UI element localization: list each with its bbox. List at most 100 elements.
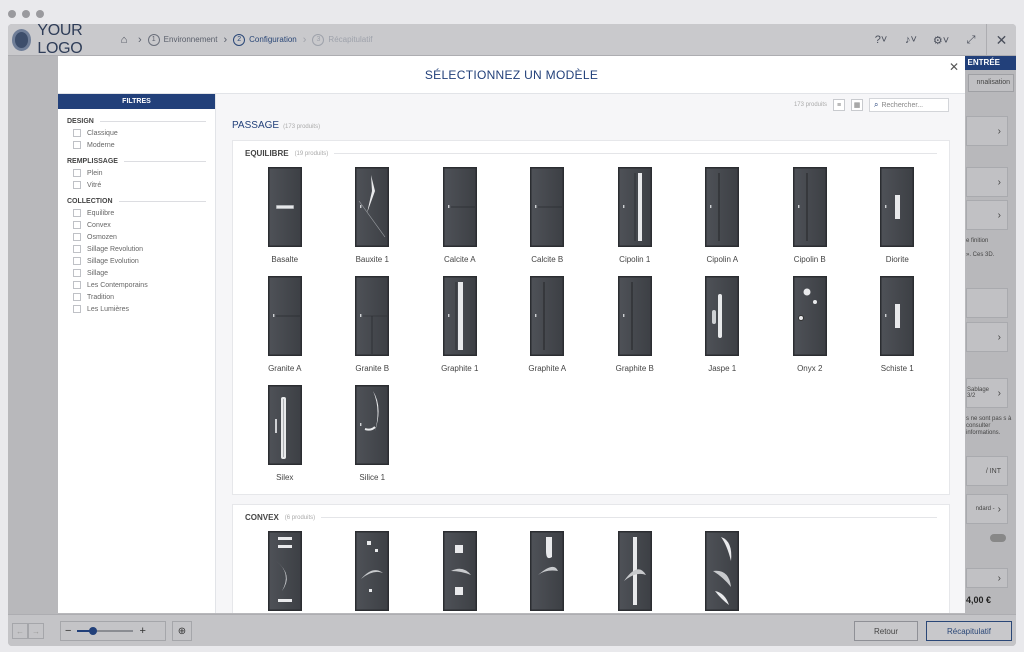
door-model[interactable]: Cipolin 1 — [591, 167, 679, 265]
door-model[interactable]: Calcite A — [416, 167, 504, 265]
checkbox[interactable] — [73, 181, 81, 189]
back-button[interactable]: Retour — [854, 621, 918, 641]
checkbox[interactable] — [73, 305, 81, 313]
expand-icon[interactable]: ⤢ — [956, 24, 986, 56]
undo-icon[interactable]: ← — [12, 623, 28, 639]
redo-icon[interactable]: → — [28, 623, 44, 639]
close-icon[interactable]: ✕ — [986, 24, 1016, 56]
door-model[interactable]: Graphite B — [591, 276, 679, 374]
app-header: YOUR LOGO ⌂ › 1 Environnement › 2 Config… — [8, 24, 1016, 58]
right-panel-row[interactable] — [966, 288, 1008, 318]
door-image — [267, 385, 302, 465]
door-model[interactable]: Graphite 1 — [416, 276, 504, 374]
toggle-switch[interactable] — [990, 534, 1006, 542]
filter-checkbox[interactable]: Sillage Revolution — [73, 245, 206, 253]
close-icon[interactable]: ✕ — [949, 60, 959, 74]
checkbox[interactable] — [73, 129, 81, 137]
right-panel-row[interactable]: Sablage 3/2 › — [966, 378, 1008, 408]
door-image — [442, 276, 477, 356]
checkbox[interactable] — [73, 269, 81, 277]
window-dot[interactable] — [8, 10, 16, 18]
breadcrumb-step-3[interactable]: 3 Récapitulatif — [312, 33, 372, 46]
right-panel-row[interactable]: › — [966, 116, 1008, 146]
summary-button[interactable]: Récapitulatif — [926, 621, 1012, 641]
door-model[interactable] — [329, 531, 417, 613]
zoom-slider[interactable] — [77, 627, 134, 635]
right-panel-row[interactable]: › — [966, 200, 1008, 230]
door-model[interactable] — [504, 531, 592, 613]
door-image — [880, 276, 915, 356]
filter-checkbox[interactable]: Les Contemporains — [73, 281, 206, 289]
checkbox[interactable] — [73, 169, 81, 177]
right-panel-tab[interactable]: nnalisation — [968, 74, 1014, 92]
door-model[interactable]: Calcite B — [504, 167, 592, 265]
door-model[interactable] — [241, 531, 329, 613]
door-image — [530, 531, 565, 611]
checkbox[interactable] — [73, 209, 81, 217]
search-input[interactable]: ⌕ Rechercher... — [869, 98, 949, 112]
door-model-name: Bauxite 1 — [355, 255, 389, 264]
filter-checkbox[interactable]: Tradition — [73, 293, 206, 301]
door-model[interactable]: Bauxite 1 — [329, 167, 417, 265]
chevron-right-icon: › — [997, 209, 1001, 221]
gear-icon[interactable]: ⚙˅ — [926, 24, 956, 56]
zoom-out-icon[interactable]: − — [65, 625, 71, 637]
filter-checkbox[interactable]: Sillage Evolution — [73, 257, 206, 265]
door-model-name: Graphite 1 — [441, 364, 479, 373]
filter-checkbox[interactable]: Les Lumières — [73, 305, 206, 313]
door-model[interactable]: Diorite — [854, 167, 942, 265]
breadcrumb-step-1[interactable]: 1 Environnement — [147, 33, 217, 46]
filter-checkbox[interactable]: Classique — [73, 129, 206, 137]
checkbox[interactable] — [73, 257, 81, 265]
window-dot[interactable] — [36, 10, 44, 18]
grid-view-icon[interactable]: ▦ — [851, 99, 863, 111]
door-model[interactable]: Granite A — [241, 276, 329, 374]
right-panel-row[interactable]: › — [966, 322, 1008, 352]
door-model[interactable]: Cipolin B — [766, 167, 854, 265]
door-model[interactable]: Schiste 1 — [854, 276, 942, 374]
right-panel-row[interactable]: ndard - › — [966, 494, 1008, 524]
help-icon[interactable]: ?˅ — [866, 24, 896, 56]
door-model[interactable]: Graphite A — [504, 276, 592, 374]
bell-icon[interactable]: ♪˅ — [896, 24, 926, 56]
checkbox[interactable] — [73, 281, 81, 289]
right-panel-row[interactable]: › — [966, 568, 1008, 588]
list-view-icon[interactable]: ≡ — [833, 99, 845, 111]
zoom-in-icon[interactable]: + — [139, 625, 145, 637]
door-model[interactable]: Silex — [241, 385, 329, 483]
collection-card-equilibre: EQUILIBRE (19 produits) Basalte Bauxite … — [232, 140, 950, 495]
window-dot[interactable] — [22, 10, 30, 18]
filter-checkbox[interactable]: Moderne — [73, 141, 206, 149]
checkbox[interactable] — [73, 233, 81, 241]
logo: YOUR LOGO — [8, 24, 116, 58]
checkbox[interactable] — [73, 245, 81, 253]
checkbox[interactable] — [73, 141, 81, 149]
filter-group-title: COLLECTION — [67, 198, 206, 205]
door-model[interactable]: Silice 1 — [329, 385, 417, 483]
filter-checkbox[interactable]: Sillage — [73, 269, 206, 277]
filter-checkbox[interactable]: Equilibre — [73, 209, 206, 217]
home-icon[interactable]: ⌂ — [116, 24, 132, 56]
filters-title: FILTRES — [58, 94, 215, 109]
recenter-icon[interactable]: ⊕ — [172, 621, 192, 641]
filter-checkbox[interactable]: Convex — [73, 221, 206, 229]
door-model[interactable]: Basalte — [241, 167, 329, 265]
door-model[interactable]: Jaspe 1 — [679, 276, 767, 374]
chevron-right-icon: › — [302, 33, 307, 46]
zoom-knob[interactable] — [89, 627, 98, 635]
filter-checkbox[interactable]: Vitré — [73, 181, 206, 189]
filter-checkbox[interactable]: Plein — [73, 169, 206, 177]
breadcrumb-step-2[interactable]: 2 Configuration — [233, 33, 297, 46]
door-model[interactable]: Onyx 2 — [766, 276, 854, 374]
section-title: PASSAGE (173 produits) — [232, 120, 321, 131]
right-panel-row[interactable]: / INT — [966, 456, 1008, 486]
door-model[interactable]: Granite B — [329, 276, 417, 374]
checkbox[interactable] — [73, 221, 81, 229]
checkbox[interactable] — [73, 293, 81, 301]
right-panel-row[interactable]: › — [966, 167, 1008, 197]
door-model[interactable] — [416, 531, 504, 613]
door-model[interactable] — [679, 531, 767, 613]
door-model[interactable]: Cipolin A — [679, 167, 767, 265]
door-model[interactable] — [591, 531, 679, 613]
filter-checkbox[interactable]: Osmozen — [73, 233, 206, 241]
